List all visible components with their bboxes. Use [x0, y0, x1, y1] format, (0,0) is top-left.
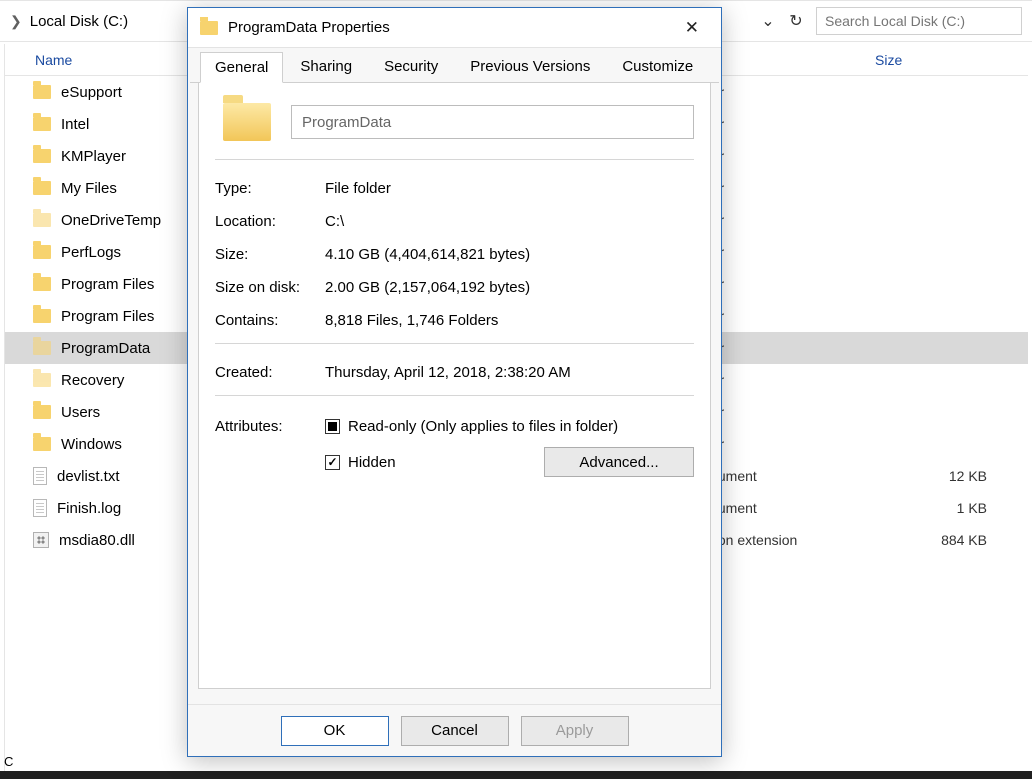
file-size: 884 KB: [887, 532, 987, 548]
folder-icon: [33, 213, 51, 227]
dll-icon: [33, 532, 49, 548]
size-on-disk-value: 2.00 GB (2,157,064,192 bytes): [325, 279, 530, 296]
file-size: 12 KB: [887, 468, 987, 484]
folder-icon: [33, 181, 51, 195]
attributes-label: Attributes:: [215, 418, 325, 435]
folder-icon: [33, 277, 51, 291]
file-name: Program Files: [61, 276, 154, 293]
dropdown-icon[interactable]: ⌄: [756, 9, 780, 33]
file-name: eSupport: [61, 84, 122, 101]
created-label: Created:: [215, 364, 325, 381]
folder-icon: [200, 21, 218, 35]
cancel-button[interactable]: Cancel: [401, 716, 509, 746]
readonly-checkbox[interactable]: [325, 419, 340, 434]
file-name: Users: [61, 404, 100, 421]
created-value: Thursday, April 12, 2018, 2:38:20 AM: [325, 364, 571, 381]
type-value: File folder: [325, 180, 391, 197]
folder-icon: [33, 117, 51, 131]
dialog-tabs: General Sharing Security Previous Versio…: [190, 48, 719, 83]
file-name: Windows: [61, 436, 122, 453]
location-value: C:\: [325, 213, 344, 230]
tab-sharing[interactable]: Sharing: [285, 51, 367, 82]
folder-icon: [33, 245, 51, 259]
tab-security[interactable]: Security: [369, 51, 453, 82]
advanced-button[interactable]: Advanced...: [544, 447, 694, 477]
location-label: Location:: [215, 213, 325, 230]
status-text: C: [4, 754, 13, 769]
dialog-buttons: OK Cancel Apply: [188, 704, 721, 756]
file-name: OneDriveTemp: [61, 212, 161, 229]
folder-large-icon: [223, 103, 271, 141]
folder-icon: [33, 341, 51, 355]
tab-page-general: Type: File folder Location: C:\ Size: 4.…: [198, 83, 711, 689]
chevron-right-icon: ❯: [10, 13, 22, 30]
properties-dialog: ProgramData Properties ✕ General Sharing…: [187, 7, 722, 757]
tab-customize[interactable]: Customize: [607, 51, 708, 82]
file-name: KMPlayer: [61, 148, 126, 165]
dialog-titlebar[interactable]: ProgramData Properties ✕: [188, 8, 721, 48]
tab-general[interactable]: General: [200, 52, 283, 83]
file-name: Recovery: [61, 372, 124, 389]
file-name: Program Files: [61, 308, 154, 325]
size-on-disk-label: Size on disk:: [215, 279, 325, 296]
file-name: msdia80.dll: [59, 532, 135, 549]
breadcrumb-label: Local Disk (C:): [30, 13, 128, 30]
file-name: Intel: [61, 116, 89, 133]
readonly-label: Read-only (Only applies to files in fold…: [348, 418, 618, 435]
folder-icon: [33, 309, 51, 323]
file-icon: [33, 467, 47, 485]
folder-icon: [33, 373, 51, 387]
hidden-label: Hidden: [348, 454, 396, 471]
search-input[interactable]: [817, 13, 1021, 29]
ok-button[interactable]: OK: [281, 716, 389, 746]
folder-icon: [33, 405, 51, 419]
apply-button[interactable]: Apply: [521, 716, 629, 746]
file-name: ProgramData: [61, 340, 150, 357]
file-name: My Files: [61, 180, 117, 197]
type-label: Type:: [215, 180, 325, 197]
size-value: 4.10 GB (4,404,614,821 bytes): [325, 246, 530, 263]
file-name: PerfLogs: [61, 244, 121, 261]
hidden-checkbox[interactable]: [325, 455, 340, 470]
breadcrumb[interactable]: ❯ Local Disk (C:): [6, 7, 128, 35]
folder-icon: [33, 149, 51, 163]
folder-name-input[interactable]: [291, 105, 694, 139]
contains-value: 8,818 Files, 1,746 Folders: [325, 312, 498, 329]
file-name: devlist.txt: [57, 468, 120, 485]
contains-label: Contains:: [215, 312, 325, 329]
search-box[interactable]: [816, 7, 1022, 35]
file-name: Finish.log: [57, 500, 121, 517]
tab-previous[interactable]: Previous Versions: [455, 51, 605, 82]
file-icon: [33, 499, 47, 517]
size-label: Size:: [215, 246, 325, 263]
column-header-size[interactable]: Size: [875, 52, 995, 68]
status-bar: [0, 771, 1032, 779]
refresh-icon[interactable]: ↻: [784, 9, 808, 33]
file-size: 1 KB: [887, 500, 987, 516]
dialog-title: ProgramData Properties: [228, 19, 390, 36]
folder-icon: [33, 437, 51, 451]
close-icon[interactable]: ✕: [677, 12, 707, 44]
folder-icon: [33, 85, 51, 99]
